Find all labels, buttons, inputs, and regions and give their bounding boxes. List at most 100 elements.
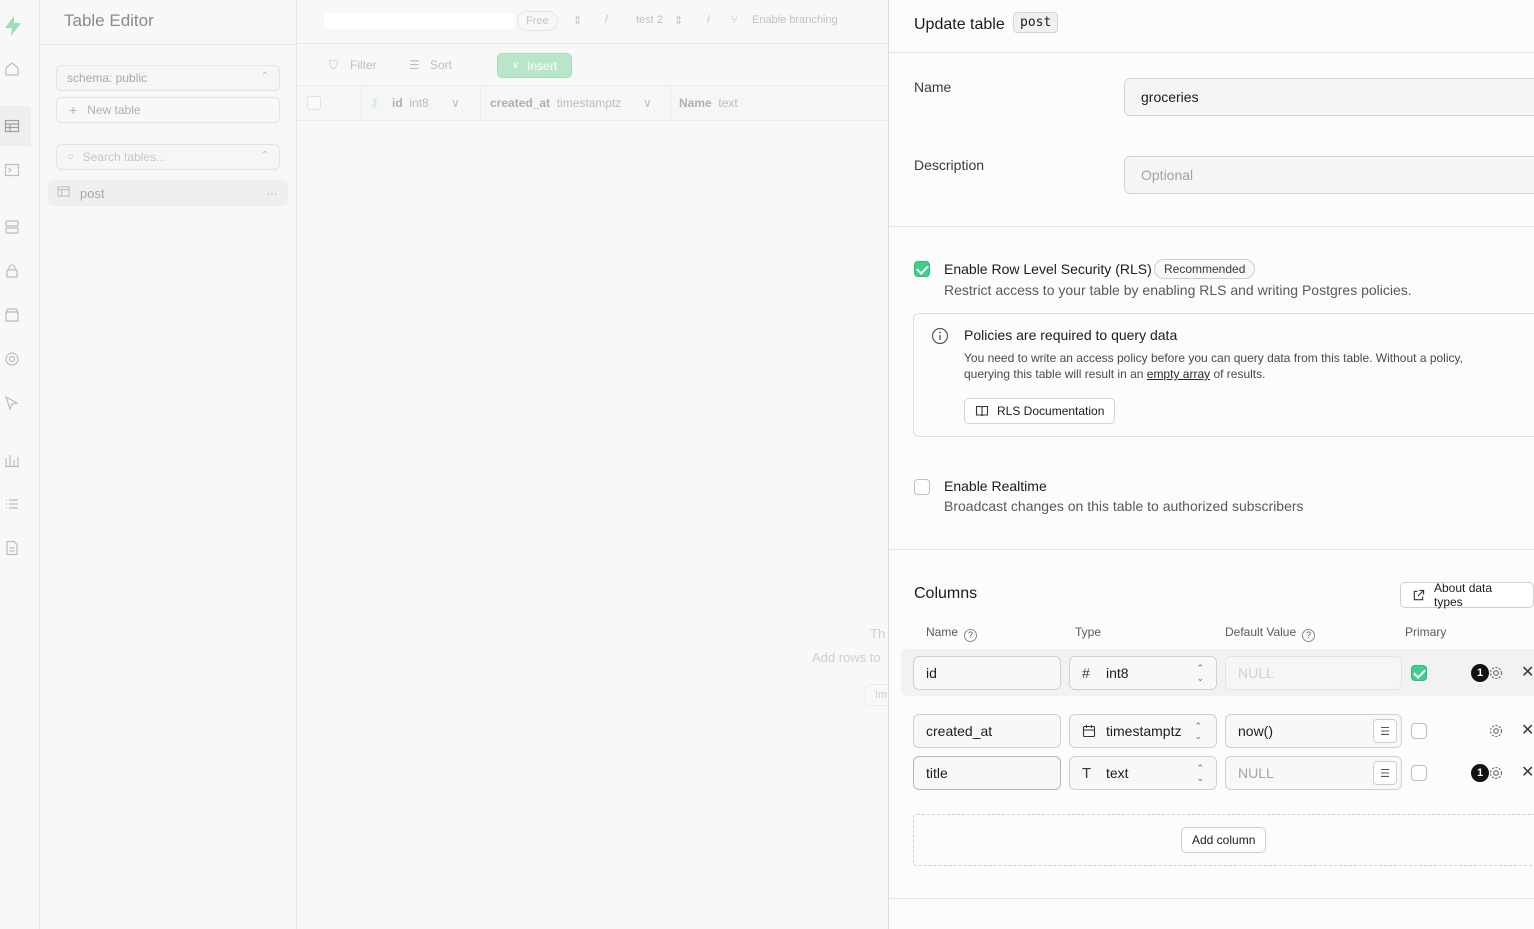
nav-rail bbox=[0, 0, 40, 929]
sql-editor-icon[interactable] bbox=[4, 162, 20, 178]
panel-header: Update table post bbox=[889, 0, 1534, 53]
primary-key-checkbox[interactable] bbox=[1411, 765, 1427, 781]
new-table-button[interactable]: + New table bbox=[56, 97, 280, 123]
column-header-type: Type bbox=[1075, 625, 1102, 639]
select-all-checkbox[interactable] bbox=[307, 96, 321, 110]
filter-button[interactable]: Filter bbox=[350, 58, 377, 72]
column-type-select[interactable]: # int8 ⌃ ⌄ bbox=[1069, 656, 1217, 690]
rls-documentation-button[interactable]: RLS Documentation bbox=[964, 398, 1116, 424]
storage-icon[interactable] bbox=[4, 307, 20, 323]
functions-icon[interactable] bbox=[4, 351, 20, 367]
gear-icon[interactable] bbox=[1488, 765, 1504, 781]
description-input[interactable]: Optional bbox=[1124, 156, 1534, 194]
column-name-input[interactable]: id bbox=[913, 656, 1061, 690]
chevron-down-icon[interactable]: ∨ bbox=[451, 96, 460, 110]
chevron-updown-icon: ⌃ ⌄ bbox=[1196, 663, 1204, 683]
sort-button[interactable]: Sort bbox=[430, 58, 452, 72]
grid-separator bbox=[480, 86, 481, 121]
list-icon[interactable]: ☰ bbox=[1373, 719, 1397, 743]
chevron-updown-icon: ⌃ bbox=[260, 150, 269, 161]
description-placeholder: Optional bbox=[1141, 167, 1194, 183]
policies-body: You need to write an access policy befor… bbox=[964, 350, 1504, 382]
enable-realtime-description: Broadcast changes on this table to autho… bbox=[944, 498, 1304, 514]
column-default-input[interactable]: NULL ☰ bbox=[1225, 756, 1402, 790]
search-tables-input[interactable]: ○ Search tables... ⌃ bbox=[56, 144, 280, 170]
policies-body-text-end: of results. bbox=[1210, 367, 1266, 381]
column-default-input[interactable]: NULL bbox=[1225, 656, 1402, 690]
grid-toolbar: ⛉ Filter ☰ Sort ∨ Insert bbox=[297, 44, 897, 86]
schema-select[interactable]: schema: public ⌃ bbox=[56, 65, 280, 91]
column-header-primary: Primary bbox=[1405, 625, 1447, 639]
grid-separator bbox=[670, 86, 671, 121]
column-type-select[interactable]: timestamptz ⌃ ⌄ bbox=[1069, 714, 1217, 748]
table-name-code: post bbox=[1013, 12, 1059, 33]
project-selector[interactable] bbox=[324, 13, 514, 29]
chevron-down-icon[interactable]: ∨ bbox=[643, 96, 652, 110]
remove-column-icon[interactable]: ✕ bbox=[1521, 720, 1534, 740]
supabase-logo-icon[interactable] bbox=[1, 14, 25, 38]
column-name-input[interactable]: title bbox=[913, 756, 1061, 790]
gear-icon[interactable] bbox=[1488, 665, 1504, 681]
database-icon[interactable] bbox=[4, 219, 20, 235]
logs-icon[interactable] bbox=[4, 496, 20, 512]
breadcrumb-separator: / bbox=[605, 14, 609, 26]
grid-column-name-col[interactable]: Name text bbox=[679, 96, 738, 110]
table-editor-icon[interactable] bbox=[4, 118, 20, 134]
panel-divider bbox=[889, 226, 1534, 227]
remove-column-icon[interactable]: ✕ bbox=[1521, 762, 1534, 782]
sidebar-title: Table Editor bbox=[64, 11, 154, 30]
schema-select-value: schema: public bbox=[67, 71, 148, 85]
home-icon[interactable] bbox=[4, 61, 20, 77]
add-column-label: Add column bbox=[1192, 833, 1256, 847]
remove-column-icon[interactable]: ✕ bbox=[1521, 662, 1534, 682]
primary-key-checkbox[interactable] bbox=[1411, 665, 1427, 681]
column-default-value: now() bbox=[1238, 723, 1274, 739]
lock-icon[interactable] bbox=[4, 263, 20, 279]
recommended-badge: Recommended bbox=[1154, 259, 1256, 279]
add-column-button[interactable]: Add column bbox=[1181, 827, 1267, 853]
filter-icon: ⛉ bbox=[329, 58, 339, 72]
notification-count-badge: 1 bbox=[1471, 664, 1489, 682]
column-default-input[interactable]: now() ☰ bbox=[1225, 714, 1402, 748]
column-default-value: NULL bbox=[1238, 765, 1274, 781]
help-icon[interactable]: ? bbox=[964, 629, 978, 642]
grid-column-type: text bbox=[718, 96, 738, 110]
enable-rls-checkbox[interactable] bbox=[914, 261, 930, 277]
policies-info-box: Policies are required to query data You … bbox=[913, 313, 1534, 437]
reports-icon[interactable] bbox=[4, 452, 20, 468]
about-data-types-button[interactable]: About data types bbox=[1400, 581, 1534, 609]
realtime-icon[interactable] bbox=[4, 395, 20, 411]
enable-branching-button[interactable]: Enable branching bbox=[752, 14, 838, 26]
column-type-value: text bbox=[1106, 765, 1129, 781]
column-name-input[interactable]: created_at bbox=[913, 714, 1061, 748]
branch-selector[interactable]: test 2 bbox=[636, 14, 663, 26]
column-name-value: id bbox=[926, 665, 937, 681]
empty-state-subtitle: Add rows to bbox=[812, 650, 881, 665]
insert-button[interactable]: ∨ Insert bbox=[497, 53, 572, 78]
update-table-panel: Update table post Name groceries Descrip… bbox=[888, 0, 1534, 929]
sidebar-item-post[interactable]: post ··· bbox=[48, 180, 288, 206]
table-name-input[interactable]: groceries bbox=[1124, 78, 1534, 116]
grid-column-created-at[interactable]: created_at timestamptz bbox=[490, 96, 621, 110]
panel-divider bbox=[889, 549, 1534, 550]
docs-icon[interactable] bbox=[4, 540, 20, 556]
description-label: Description bbox=[914, 157, 985, 173]
grid-column-type: int8 bbox=[409, 96, 429, 110]
grid-column-name: Name bbox=[679, 96, 712, 110]
list-icon[interactable]: ☰ bbox=[1373, 761, 1397, 785]
primary-key-checkbox[interactable] bbox=[1411, 723, 1427, 739]
calendar-icon bbox=[1082, 723, 1106, 739]
about-data-types-label: About data types bbox=[1434, 581, 1493, 609]
gear-icon[interactable] bbox=[1488, 723, 1504, 739]
external-link-icon bbox=[1412, 589, 1425, 605]
policies-title: Policies are required to query data bbox=[964, 327, 1178, 343]
column-type-select[interactable]: T text ⌃ ⌄ bbox=[1069, 756, 1217, 790]
empty-array-link[interactable]: empty array bbox=[1147, 367, 1210, 381]
help-icon[interactable]: ? bbox=[1302, 629, 1316, 642]
grid-column-id[interactable]: id int8 bbox=[392, 96, 429, 110]
more-options-icon[interactable]: ··· bbox=[266, 186, 278, 200]
enable-realtime-checkbox[interactable] bbox=[914, 479, 930, 495]
column-type-value: int8 bbox=[1106, 665, 1129, 681]
grid-column-name: created_at bbox=[490, 96, 551, 110]
primary-key-icon: ⚷ bbox=[370, 96, 379, 110]
